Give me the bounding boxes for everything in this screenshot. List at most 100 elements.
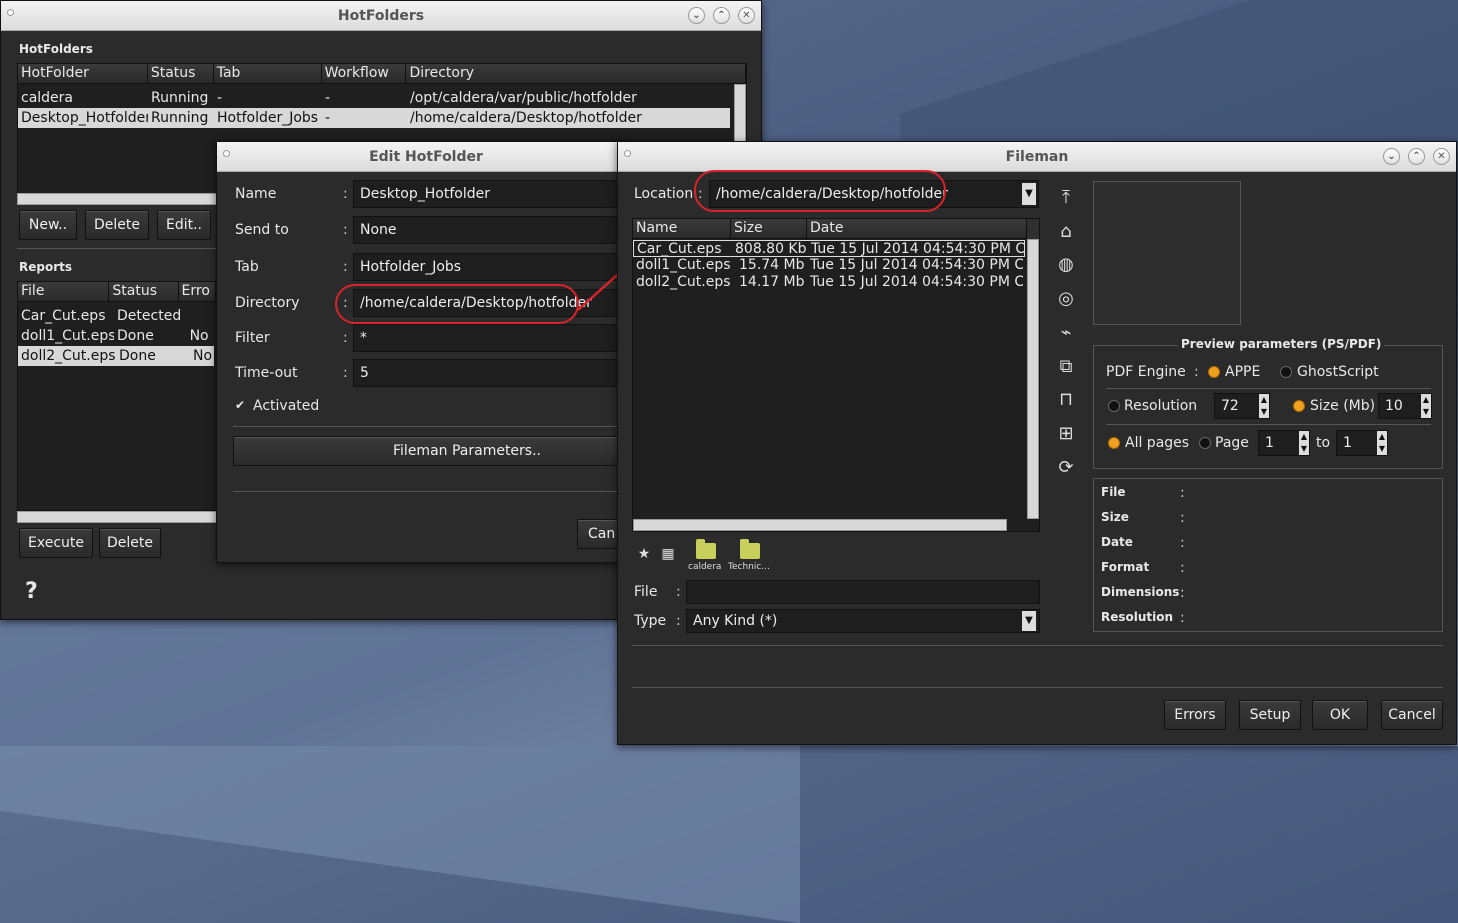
page-radio[interactable] — [1199, 437, 1211, 449]
bookmarks-list-icon[interactable]: ▦ — [656, 542, 680, 566]
dropdown-arrow-icon[interactable]: ▼ — [1022, 183, 1036, 205]
network-share-icon[interactable]: ⧉ — [1054, 355, 1078, 379]
page-to-spinner[interactable]: 1 ▲ ▼ — [1336, 430, 1388, 456]
fileman-titlebar[interactable]: Fileman ⌄ ⌃ ✕ — [618, 142, 1456, 172]
timeout-field[interactable]: 5 — [353, 359, 643, 387]
column-header[interactable]: Directory — [406, 64, 746, 84]
resolution-radio[interactable] — [1108, 400, 1120, 412]
filter-field[interactable]: * — [353, 324, 643, 352]
table-row[interactable]: Car_Cut.eps Detected — [18, 306, 216, 326]
column-header[interactable]: Status — [147, 64, 214, 84]
edit-titlebar[interactable]: Edit HotFolder — [217, 142, 635, 172]
column-header[interactable]: Erro — [178, 282, 216, 302]
column-header[interactable]: Name — [633, 219, 731, 239]
table-row[interactable]: doll1_Cut.eps Done No — [18, 326, 216, 346]
spinner-arrows-icon[interactable]: ▲ ▼ — [1299, 431, 1309, 455]
column-header[interactable]: Size — [731, 219, 807, 239]
cell: doll1_Cut.eps — [636, 257, 731, 273]
table-row[interactable]: Car_Cut.eps 808.80 Kb Tue 15 Jul 2014 04… — [633, 240, 1025, 257]
edit-button[interactable]: Edit.. — [157, 210, 211, 240]
cell: Done — [117, 328, 154, 344]
network-globe-icon[interactable]: ◍ — [1054, 253, 1078, 277]
close-icon[interactable]: ✕ — [1433, 148, 1450, 165]
bookmark-caldera[interactable]: caldera — [688, 562, 721, 572]
home-icon[interactable]: ⌂ — [1054, 220, 1078, 244]
hotfolders-titlebar[interactable]: HotFolders ⌄ ⌃ ✕ — [1, 1, 761, 31]
size-label: Size (Mb) — [1310, 398, 1376, 414]
cell: Car_Cut.eps — [21, 308, 106, 324]
disc-icon[interactable]: ◎ — [1054, 287, 1078, 311]
file-list[interactable]: Name Size Date Car_Cut.eps 808.80 Kb Tue… — [632, 218, 1040, 532]
ok-button[interactable]: OK — [1312, 700, 1368, 730]
page-from-spinner[interactable]: 1 ▲ ▼ — [1258, 430, 1310, 456]
size-spinner[interactable]: 10 ▲ ▼ — [1378, 393, 1432, 419]
vertical-scrollbar[interactable] — [1027, 239, 1039, 519]
table-row[interactable]: doll2_Cut.eps Done No — [18, 346, 214, 366]
server-icon[interactable]: ⊓ — [1054, 388, 1078, 412]
folder-icon[interactable] — [740, 539, 760, 559]
window-title: Fileman — [1005, 149, 1069, 165]
file-input[interactable] — [686, 580, 1040, 604]
cell: 15.74 Mb — [739, 257, 805, 273]
table-row[interactable]: Desktop_Hotfolder Running Hotfolder_Jobs… — [18, 108, 730, 128]
horizontal-scrollbar[interactable] — [17, 511, 217, 523]
column-header[interactable]: Date — [807, 219, 1027, 239]
up-folder-icon[interactable]: ⤒ — [1054, 186, 1078, 210]
minimize-icon[interactable]: ⌄ — [1383, 148, 1400, 165]
cell: Tue 15 Jul 2014 04:54:30 PM CD — [810, 274, 1023, 290]
spinner-arrows-icon[interactable]: ▲ ▼ — [1377, 431, 1387, 455]
table-header: HotFolder Status Tab Workflow Directory — [18, 64, 746, 84]
spinner-arrows-icon[interactable]: ▲ ▼ — [1421, 394, 1431, 418]
divider — [1106, 424, 1431, 425]
delete-button[interactable]: Delete — [85, 210, 149, 240]
resolution-spinner[interactable]: 72 ▲ ▼ — [1214, 393, 1270, 419]
maximize-icon[interactable]: ⌃ — [713, 7, 730, 24]
column-header[interactable]: File — [18, 282, 110, 302]
engine-ghostscript-radio[interactable] — [1280, 366, 1292, 378]
bookmark-star-icon[interactable]: ★ — [632, 542, 656, 566]
column-header[interactable]: Workflow — [321, 64, 407, 84]
reports-table[interactable]: File Status Erro Car_Cut.eps Detected do… — [17, 281, 217, 511]
horizontal-scrollbar[interactable] — [17, 193, 237, 205]
horizontal-scrollbar[interactable] — [633, 519, 1007, 531]
minimize-icon[interactable]: ⌄ — [688, 7, 705, 24]
help-icon[interactable]: ? — [25, 579, 38, 604]
window-menu-icon[interactable] — [624, 150, 631, 157]
all-pages-radio[interactable] — [1108, 437, 1120, 449]
usb-drive-icon[interactable]: ⌁ — [1054, 321, 1078, 345]
setup-button[interactable]: Setup — [1239, 700, 1301, 730]
errors-button[interactable]: Errors — [1164, 700, 1226, 730]
section-label-reports: Reports — [19, 260, 73, 274]
bookmark-technic[interactable]: Technic... — [728, 562, 770, 572]
spinner-arrows-icon[interactable]: ▲ ▼ — [1259, 394, 1269, 418]
size-radio[interactable] — [1293, 400, 1305, 412]
cancel-button[interactable]: Cancel — [1381, 700, 1443, 730]
table-row[interactable]: doll1_Cut.eps 15.74 Mb Tue 15 Jul 2014 0… — [633, 257, 1039, 274]
column-header[interactable]: Tab — [213, 64, 322, 84]
colon: : — [343, 222, 348, 238]
execute-button[interactable]: Execute — [19, 528, 93, 558]
dropdown-arrow-icon[interactable]: ▼ — [1022, 611, 1036, 631]
new-folder-icon[interactable]: ⊞ — [1054, 422, 1078, 446]
cell: 14.17 Mb — [739, 274, 805, 290]
cell: doll1_Cut.eps — [21, 328, 115, 344]
info-label-resolution: Resolution — [1101, 610, 1174, 624]
activated-checkbox[interactable]: ✔ — [235, 398, 245, 412]
close-icon[interactable]: ✕ — [738, 7, 755, 24]
refresh-icon[interactable]: ⟳ — [1054, 456, 1078, 480]
colon: : — [343, 186, 348, 202]
maximize-icon[interactable]: ⌃ — [1408, 148, 1425, 165]
type-select[interactable]: Any Kind (*) — [686, 609, 1040, 633]
column-header[interactable]: Status — [109, 282, 179, 302]
report-delete-button[interactable]: Delete — [99, 528, 161, 558]
colon: : — [1180, 535, 1185, 551]
table-row[interactable]: doll2_Cut.eps 14.17 Mb Tue 15 Jul 2014 0… — [633, 274, 1039, 291]
window-menu-icon[interactable] — [223, 150, 230, 157]
new-button[interactable]: New.. — [19, 210, 77, 240]
table-row[interactable]: caldera Running - - /opt/caldera/var/pub… — [18, 88, 730, 108]
window-menu-icon[interactable] — [7, 9, 14, 16]
folder-icon[interactable] — [696, 539, 716, 559]
preview-parameters-title: Preview parameters (PS/PDF) — [1178, 337, 1385, 351]
column-header[interactable]: HotFolder — [18, 64, 148, 84]
engine-appe-radio[interactable] — [1208, 366, 1220, 378]
